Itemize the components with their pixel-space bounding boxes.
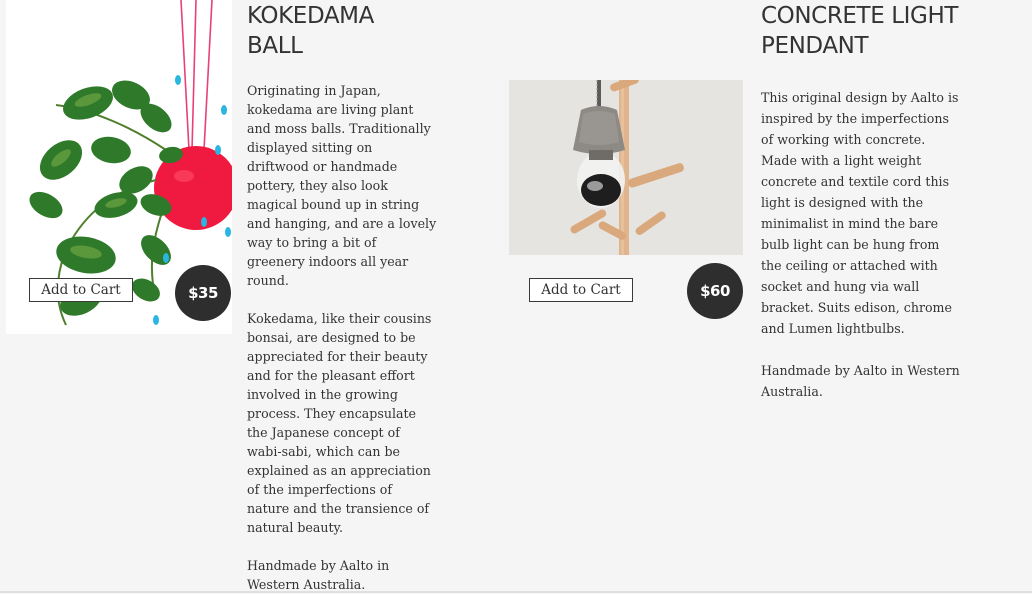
- pendant-illustration: [509, 80, 743, 255]
- price-badge-pendant: $60: [687, 263, 743, 319]
- description-paragraph: This original design by Aalto is inspire…: [761, 90, 959, 336]
- pendant-product-image[interactable]: [509, 80, 743, 255]
- product-grid-page: Add to Cart $35 KOKEDAMA BALL Originatin…: [0, 0, 1032, 594]
- add-to-cart-button-pendant[interactable]: Add to Cart: [529, 278, 633, 302]
- add-to-cart-button-kokedama[interactable]: Add to Cart: [29, 278, 133, 302]
- description-paragraph: Kokedama, like their cousins bonsai, are…: [247, 311, 432, 535]
- description-paragraph: Handmade by Aalto in Western Australia.: [247, 558, 390, 592]
- bottom-divider: [0, 591, 1032, 593]
- product-title-kokedama[interactable]: KOKEDAMA BALL: [247, 1, 437, 61]
- product-title-pendant[interactable]: CONCRETE LIGHT PENDANT: [761, 1, 991, 61]
- description-paragraph: Handmade by Aalto in Western Australia.: [761, 363, 960, 399]
- price-badge-kokedama: $35: [175, 265, 231, 321]
- description-paragraph: Originating in Japan, kokedama are livin…: [247, 83, 437, 288]
- product-description-pendant: This original design by Aalto is inspire…: [761, 87, 961, 402]
- product-description-kokedama: Originating in Japan, kokedama are livin…: [247, 81, 437, 594]
